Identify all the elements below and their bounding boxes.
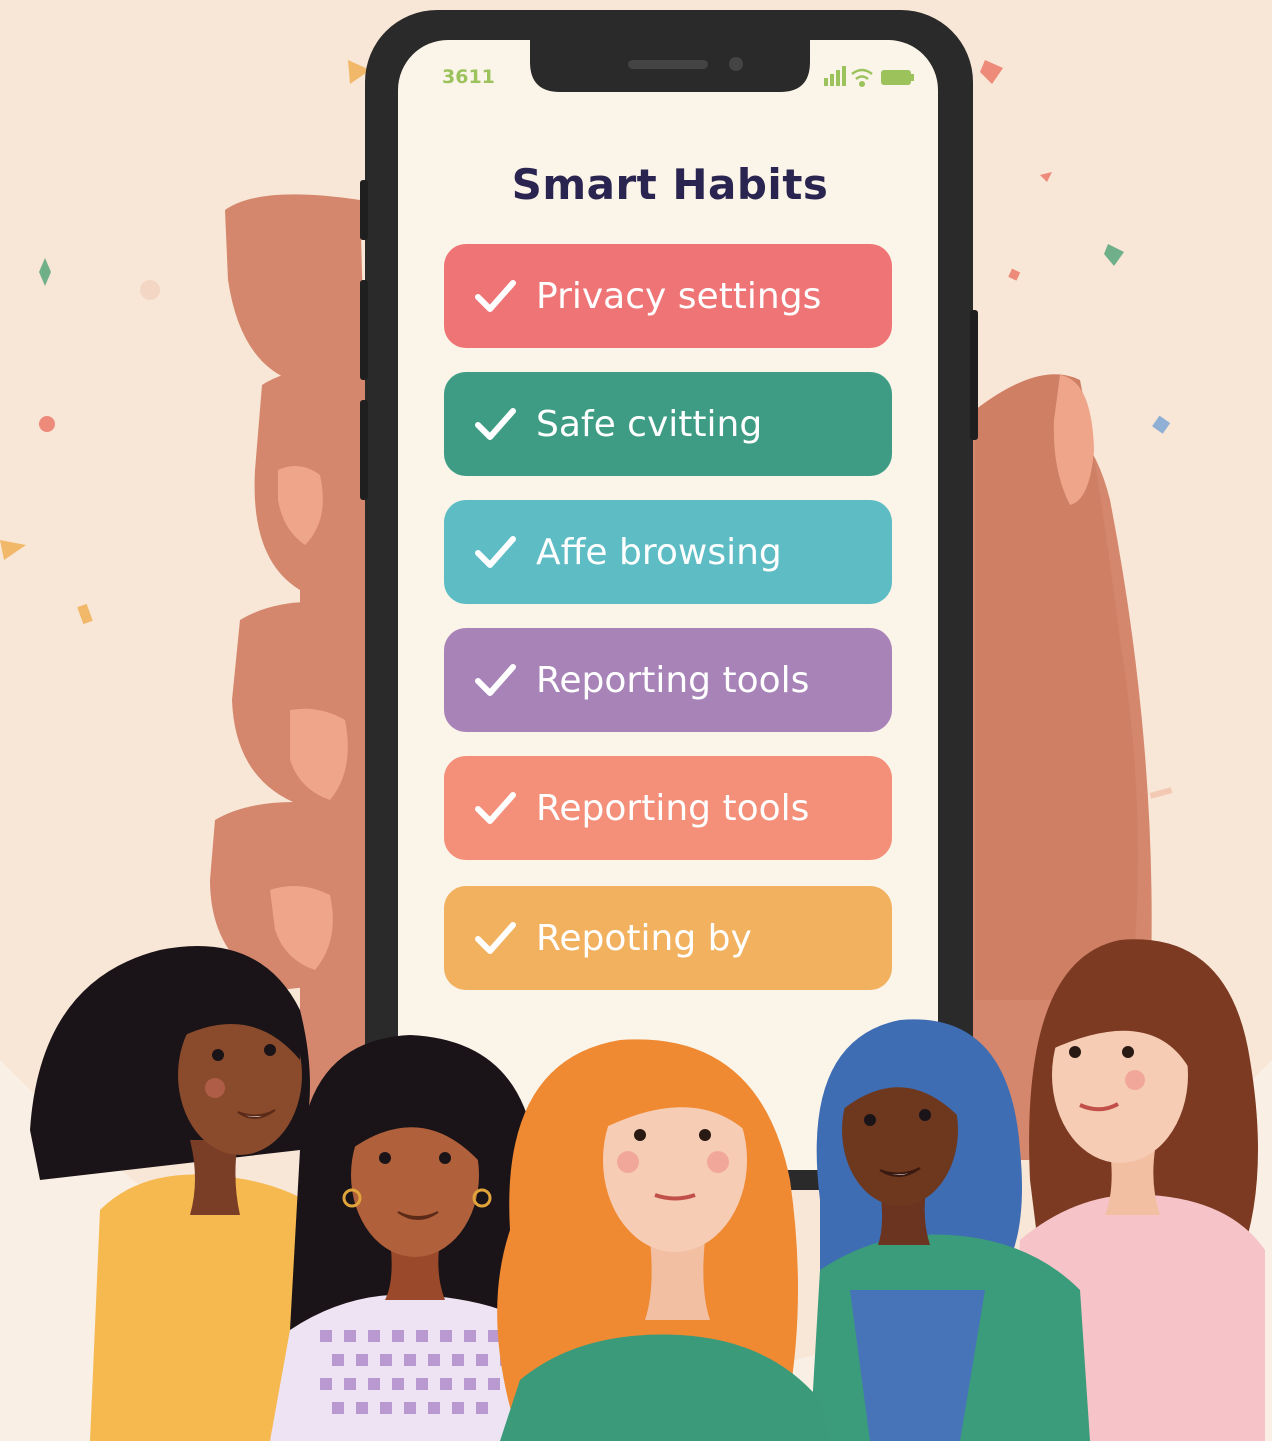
phone-screen	[398, 40, 938, 1170]
check-icon	[475, 922, 516, 954]
habit-item-affe-browsing[interactable]: Affe browsing	[444, 500, 892, 604]
habit-item-repoting-by[interactable]: Repoting by	[444, 886, 892, 990]
status-time: 3611	[442, 66, 495, 88]
habit-label: Affe browsing	[536, 531, 782, 573]
habit-item-reporting-tools-2[interactable]: Reporting tools	[444, 756, 892, 860]
habit-label: Reporting tools	[536, 659, 810, 701]
habit-label: Repoting by	[536, 917, 752, 959]
check-icon	[475, 536, 516, 568]
battery-icon	[881, 70, 914, 85]
check-icon	[475, 280, 516, 312]
habit-label: Safe cvitting	[536, 403, 763, 445]
check-icon	[475, 664, 516, 696]
habit-label: Reporting tools	[536, 787, 810, 829]
check-icon	[475, 792, 516, 824]
habit-item-privacy-settings[interactable]: Privacy settings	[444, 244, 892, 348]
habit-item-safe-cvitting[interactable]: Safe cvitting	[444, 372, 892, 476]
habit-item-reporting-tools-1[interactable]: Reporting tools	[444, 628, 892, 732]
page-title: Smart Habits	[511, 160, 829, 209]
check-icon	[475, 408, 516, 440]
habit-label: Privacy settings	[536, 275, 822, 317]
